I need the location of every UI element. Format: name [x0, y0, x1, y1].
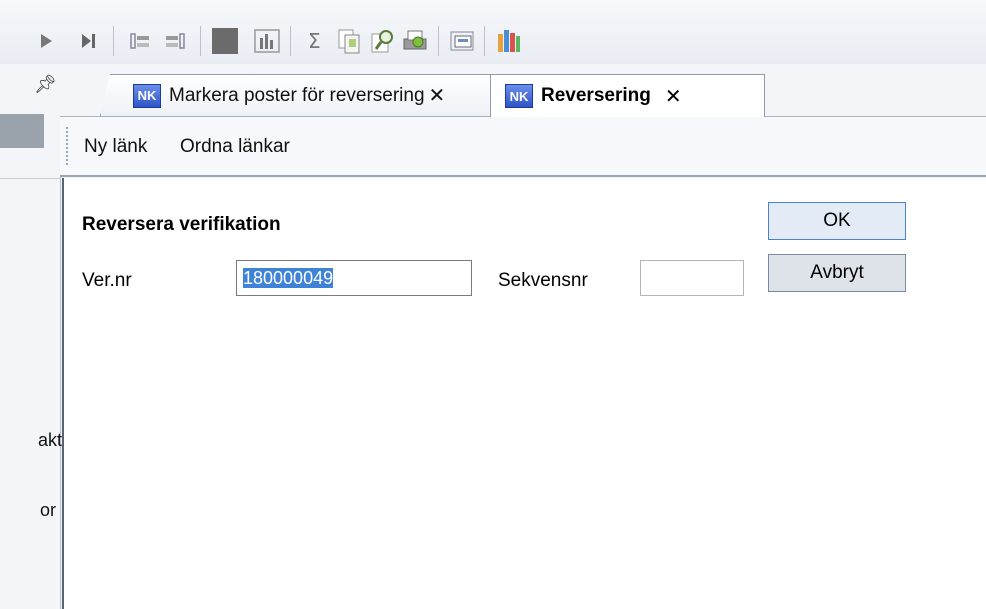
window-icon[interactable] — [448, 24, 478, 58]
main-toolbar: Σ — [0, 0, 986, 65]
toolbar-separator — [290, 26, 291, 56]
form-heading: Reversera verifikation — [82, 214, 281, 235]
toolbar-separator — [438, 26, 439, 56]
side-panel-item-label[interactable]: or — [40, 500, 56, 521]
svg-text:Σ: Σ — [308, 29, 321, 53]
side-panel-header — [0, 114, 44, 148]
side-panel-divider — [0, 178, 60, 179]
library-icon[interactable] — [494, 24, 524, 58]
ver-nr-label: Ver.nr — [82, 270, 132, 291]
new-link-button[interactable]: Ny länk — [84, 136, 147, 158]
tab-markera-poster[interactable]: NK Markera poster för reversering ✕ — [100, 74, 520, 116]
search-doc-icon[interactable] — [368, 24, 398, 58]
cancel-button[interactable]: Avbryt — [768, 254, 906, 292]
ver-nr-value: 180000049 — [243, 268, 334, 288]
pin-icon[interactable]: 📌︎ — [34, 74, 57, 95]
sekvensnr-field[interactable] — [640, 260, 744, 296]
bar-chart-icon[interactable] — [252, 24, 282, 58]
close-icon[interactable]: ✕ — [429, 83, 446, 108]
reversal-form: Reversera verifikation Ver.nr 180000049 … — [62, 178, 986, 609]
align-left-icon[interactable] — [125, 24, 155, 58]
side-panel: 📌︎ akt or — [0, 64, 62, 609]
tab-label: Reversering — [541, 85, 651, 106]
skip-end-icon[interactable] — [74, 24, 104, 58]
ver-nr-field[interactable]: 180000049 — [236, 260, 472, 296]
tab-label: Markera poster för reversering — [169, 84, 425, 106]
document-tabstrip: NK Markera poster för reversering ✕ NK R… — [60, 64, 986, 117]
sekvensnr-label: Sekvensnr — [498, 270, 588, 291]
align-right-icon[interactable] — [160, 24, 190, 58]
toolbar-separator — [113, 26, 114, 56]
copy-icon[interactable] — [334, 24, 364, 58]
nk-badge-icon: NK — [133, 83, 161, 108]
toolbar-separator — [484, 26, 485, 56]
tab-reversering[interactable]: NK Reversering ✕ — [490, 74, 765, 117]
side-panel-item-label[interactable]: akt — [38, 430, 62, 451]
print-icon[interactable] — [400, 24, 430, 58]
nk-badge-icon: NK — [505, 84, 533, 108]
play-icon[interactable] — [34, 24, 64, 58]
link-bar: Ny länk Ordna länkar — [60, 117, 986, 177]
ok-button[interactable]: OK — [768, 202, 906, 240]
sigma-icon[interactable]: Σ — [300, 24, 330, 58]
arrange-links-button[interactable]: Ordna länkar — [180, 136, 290, 158]
close-icon[interactable]: ✕ — [665, 84, 682, 109]
toolbar-grip[interactable] — [66, 127, 70, 165]
toolbar-separator — [200, 26, 201, 56]
stop-icon[interactable] — [210, 24, 240, 58]
